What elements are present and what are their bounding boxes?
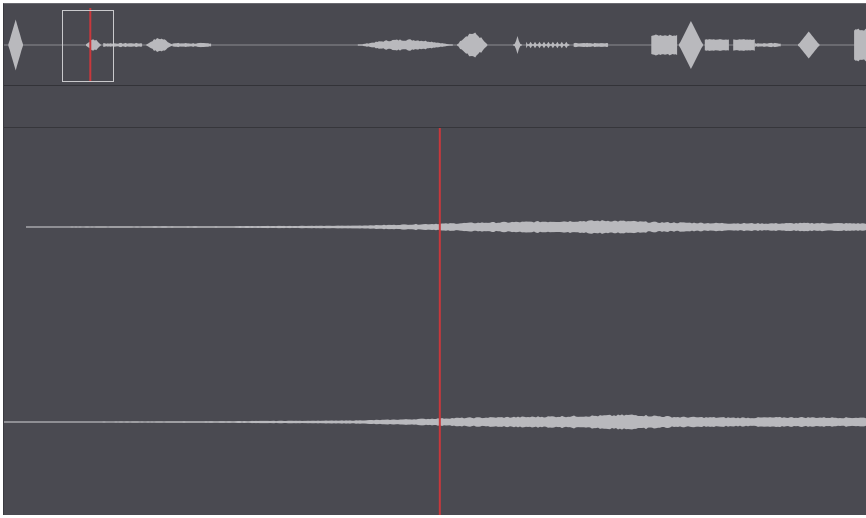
zoom-window-handle[interactable] [61,10,115,82]
overview-waveform-burst [754,42,781,48]
overview-waveform-burst [526,41,570,49]
overview-waveform-burst [146,38,173,52]
overview-waveform-burst [573,42,609,48]
overview-waveform-burst [854,28,866,62]
overview-waveform-burst [357,39,453,51]
overview-waveform-burst [798,31,820,59]
overview-waveform[interactable] [4,4,866,86]
detail-waveform[interactable] [4,128,866,515]
timeline-ruler-band[interactable] [4,86,866,128]
detail-waveform-area[interactable] [4,128,866,515]
track-waveform-lower-channel [4,414,866,430]
overview-waveform-burst [678,21,703,69]
overview-waveform-burst [172,42,212,48]
audio-waveform-viewer[interactable] [3,3,866,515]
overview-waveform-burst [8,19,23,71]
overview-waveform-burst [513,36,522,54]
overview-waveform-burst [733,39,755,51]
overview-waveform-burst [651,34,678,56]
overview-waveform-burst [704,39,729,51]
overview-waveform-strip[interactable] [4,4,866,86]
track-waveform-upper-channel [26,220,866,234]
overview-waveform-burst [457,32,488,58]
